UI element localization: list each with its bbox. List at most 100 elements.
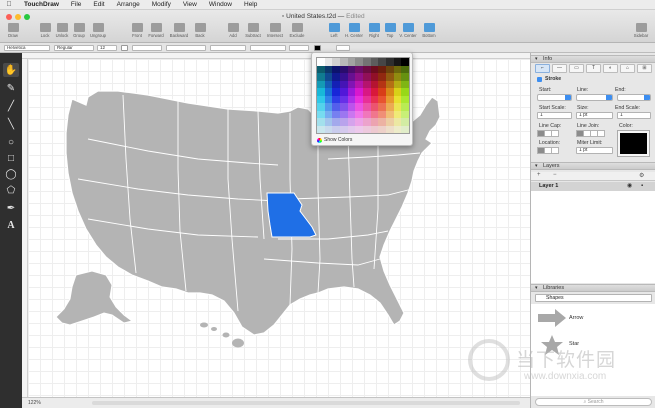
color-swatch[interactable]	[401, 125, 409, 133]
color-swatch[interactable]	[355, 73, 363, 81]
toolbar-intersect-button[interactable]: Intersect	[264, 23, 286, 38]
color-swatch[interactable]	[370, 88, 379, 96]
info-section-header[interactable]: Info	[531, 55, 655, 63]
color-swatch[interactable]	[393, 118, 402, 126]
tab-text[interactable]: T	[586, 64, 601, 73]
color-swatch[interactable]	[385, 88, 394, 96]
color-swatch[interactable]	[370, 125, 379, 133]
color-swatch[interactable]	[370, 80, 379, 88]
color-swatch[interactable]	[347, 110, 356, 118]
color-swatch[interactable]	[385, 110, 394, 118]
toolbar-align-vcenter-button[interactable]: V. Center	[397, 23, 419, 38]
menu-help[interactable]: Help	[238, 1, 263, 8]
zoom-level[interactable]: 122%	[28, 400, 41, 406]
line-icon[interactable]: ╲	[3, 117, 19, 131]
color-swatch[interactable]	[401, 58, 409, 66]
color-swatch[interactable]	[347, 118, 356, 126]
toolbar-ungroup-button[interactable]: Ungroup	[87, 23, 109, 38]
color-swatch[interactable]	[347, 95, 356, 103]
app-menu[interactable]: TouchDraw	[18, 1, 65, 8]
color-swatch[interactable]	[385, 73, 394, 81]
color-swatch[interactable]	[370, 73, 379, 81]
color-swatch[interactable]	[355, 125, 363, 133]
tab-shadow[interactable]: ◐	[603, 64, 618, 73]
stroke-location-control[interactable]	[537, 147, 559, 154]
menu-view[interactable]: View	[177, 1, 203, 8]
color-swatch[interactable]	[332, 65, 340, 73]
color-swatch[interactable]	[355, 95, 363, 103]
miter-limit-field[interactable]: 1 pt	[576, 147, 613, 154]
color-swatch[interactable]	[378, 80, 386, 88]
color-swatch[interactable]	[393, 110, 402, 118]
color-swatch[interactable]	[355, 80, 363, 88]
color-swatch[interactable]	[347, 73, 356, 81]
stroke-color-well[interactable]	[617, 130, 650, 157]
select-arrow-icon[interactable]: ✋	[3, 63, 19, 77]
color-swatch[interactable]	[339, 80, 348, 88]
color-swatch[interactable]	[324, 95, 333, 103]
color-swatch[interactable]	[317, 80, 325, 88]
color-swatch[interactable]	[324, 103, 333, 111]
add-layer-icon[interactable]: +	[537, 172, 541, 178]
us-map[interactable]	[28, 59, 530, 397]
stroke-checkbox[interactable]	[537, 77, 542, 82]
color-swatch[interactable]	[401, 80, 409, 88]
color-swatch[interactable]	[385, 80, 394, 88]
color-swatch[interactable]	[401, 110, 409, 118]
color-swatch[interactable]	[393, 73, 402, 81]
color-swatch[interactable]	[370, 110, 379, 118]
menu-file[interactable]: File	[65, 1, 87, 8]
tab-geometry[interactable]: ⊞	[637, 64, 652, 73]
color-swatch[interactable]	[355, 103, 363, 111]
color-swatch[interactable]	[332, 118, 340, 126]
color-swatch[interactable]	[355, 58, 363, 66]
remove-layer-icon[interactable]: −	[553, 172, 557, 178]
circle-icon[interactable]: ◯	[3, 167, 19, 181]
color-swatch[interactable]	[370, 58, 379, 66]
layer-gear-icon[interactable]: ⚙	[639, 172, 644, 179]
color-swatch[interactable]	[385, 118, 394, 126]
toolbar-back-button[interactable]: Back	[189, 23, 211, 38]
color-swatch[interactable]	[378, 73, 386, 81]
color-swatch[interactable]	[355, 110, 363, 118]
menu-modify[interactable]: Modify	[146, 1, 177, 8]
color-swatch[interactable]	[324, 58, 333, 66]
color-swatch[interactable]	[332, 73, 340, 81]
color-swatch[interactable]	[339, 73, 348, 81]
toolbar-align-left-button[interactable]: Left	[323, 23, 345, 38]
color-swatch[interactable]	[362, 118, 371, 126]
color-swatch[interactable]	[378, 125, 386, 133]
color-swatch[interactable]	[347, 103, 356, 111]
color-swatch[interactable]	[347, 58, 356, 66]
color-swatch[interactable]	[362, 95, 371, 103]
zoom-window-button[interactable]	[24, 14, 30, 20]
layers-section-header[interactable]: Layers	[531, 162, 655, 170]
color-swatch[interactable]	[347, 125, 356, 133]
color-swatch[interactable]	[324, 125, 333, 133]
color-swatch[interactable]	[339, 125, 348, 133]
color-swatch[interactable]	[339, 110, 348, 118]
color-swatch[interactable]	[317, 88, 325, 96]
color-swatch[interactable]	[332, 88, 340, 96]
bezier-pen-icon[interactable]: ✒	[3, 201, 19, 215]
toolbar-subtract-button[interactable]: Subtract	[242, 23, 264, 38]
color-swatch[interactable]	[385, 58, 394, 66]
minimize-window-button[interactable]	[15, 14, 21, 20]
color-swatch[interactable]	[324, 80, 333, 88]
color-swatch[interactable]	[332, 125, 340, 133]
color-swatch[interactable]	[347, 65, 356, 73]
library-search-field[interactable]: ⌕ Search	[535, 398, 652, 406]
color-swatch[interactable]	[378, 95, 386, 103]
color-swatch[interactable]	[378, 103, 386, 111]
menu-edit[interactable]: Edit	[87, 1, 110, 8]
text-color-swatch[interactable]	[121, 45, 128, 51]
color-swatch[interactable]	[362, 103, 371, 111]
color-swatch[interactable]	[362, 58, 371, 66]
rectangle-icon[interactable]: □	[3, 151, 19, 165]
toolbar-add-button[interactable]: Add	[222, 23, 244, 38]
color-swatch[interactable]	[385, 95, 394, 103]
font-style-select[interactable]: Regular	[54, 45, 94, 51]
font-family-select[interactable]: Helvetica	[4, 45, 50, 51]
color-swatch[interactable]	[355, 88, 363, 96]
polygon-icon[interactable]: ⬠	[3, 183, 19, 197]
